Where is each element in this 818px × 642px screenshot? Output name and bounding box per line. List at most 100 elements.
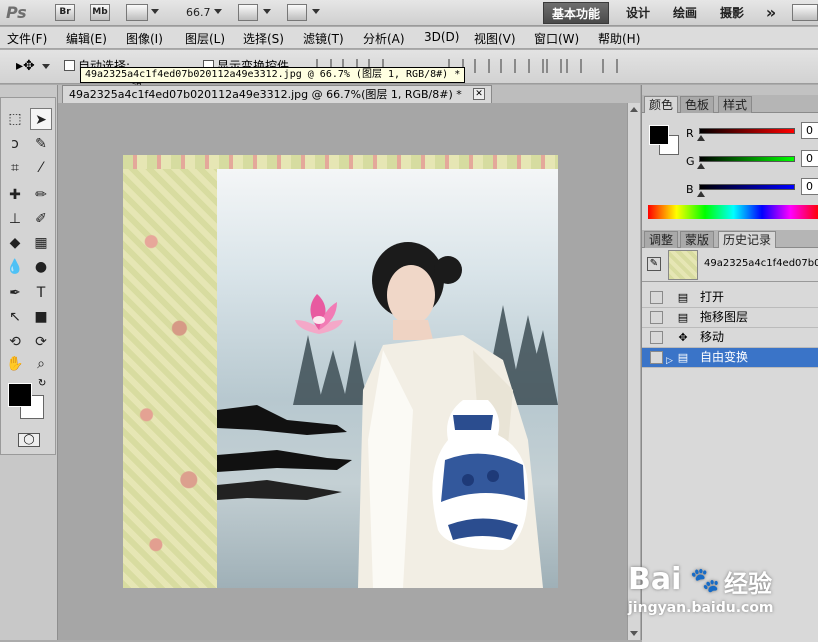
baidu-jingyan-label: 经验 [724,570,772,598]
pen-tool-icon[interactable]: ✒ [4,282,26,304]
distribute-center-icon[interactable] [474,59,490,73]
zoom-level[interactable]: 66.7 [186,6,211,19]
chevron-down-icon[interactable] [42,64,50,69]
history-source-checkbox[interactable] [650,351,663,364]
healing-brush-icon[interactable]: ✚ [4,184,26,206]
menu-image[interactable]: 图像(I) [126,30,163,47]
green-value-field[interactable]: 0 [801,150,818,167]
blur-tool-icon[interactable]: 💧 [4,256,26,278]
move-tool-icon[interactable]: ➤ [30,108,52,130]
history-step[interactable]: ✥ 移动 [642,328,818,348]
red-slider-caret[interactable] [697,135,705,141]
blue-label: B [686,183,694,196]
snapshot-thumbnail [668,250,698,280]
view-extras-button[interactable] [126,4,148,21]
blue-slider-caret[interactable] [697,191,705,197]
distribute-bottom-icon[interactable] [500,59,516,73]
path-selection-icon[interactable]: ↖ [4,306,26,328]
dodge-tool-icon[interactable]: ● [30,256,52,278]
history-step-label: 自由变换 [700,350,749,364]
color-panel: R 0 G 0 B 0 [642,113,818,238]
eyedropper-tool-icon[interactable]: ⁄ [30,157,52,179]
crop-tool-icon[interactable]: ⌗ [4,157,26,179]
red-slider[interactable] [699,128,795,134]
history-source-checkbox[interactable] [650,331,663,344]
marquee-tool-icon[interactable]: ⬚ [4,108,26,130]
clone-stamp-icon[interactable]: ⊥ [4,208,26,230]
blue-value-field[interactable]: 0 [801,178,818,195]
auto-align-icon[interactable] [602,59,618,73]
history-source-checkbox[interactable] [650,311,663,324]
distribute-hcenter-icon[interactable] [546,59,562,73]
zoom-tool-icon[interactable]: ⌕ [30,353,52,375]
gradient-tool-icon[interactable]: ▦ [30,232,52,254]
auto-select-checkbox[interactable] [64,60,75,71]
more-workspaces-button[interactable]: » [760,2,782,24]
menu-analysis[interactable]: 分析(A) [363,30,405,47]
menu-view[interactable]: 视图(V) [474,30,516,47]
history-step-selected[interactable]: ▷ ▤ 自由变换 [642,348,818,368]
brush-tool-icon[interactable]: ✏ [30,184,52,206]
scroll-down-icon[interactable] [630,631,638,636]
tab-styles[interactable]: 样式 [718,96,753,113]
tab-history[interactable]: 历史记录 [718,231,777,248]
color-panel-foreground[interactable] [649,125,669,145]
chevron-down-icon[interactable] [312,9,320,14]
chevron-down-icon[interactable] [263,9,271,14]
history-source-checkbox[interactable] [650,291,663,304]
bridge-button[interactable]: Br [55,4,75,21]
foreground-color-swatch[interactable] [8,383,32,407]
history-snapshot[interactable]: ✎ 49a2325a4c1f4ed07b0... [642,248,818,282]
document-image[interactable] [123,155,558,588]
swap-colors-icon[interactable]: ↻ [38,378,46,389]
menu-layer[interactable]: 图层(L) [185,30,225,47]
tab-masks[interactable]: 蒙版 [680,231,715,248]
snapshot-brush-icon[interactable]: ✎ [647,257,661,271]
history-brush-icon[interactable]: ✐ [30,208,52,230]
red-label: R [686,127,694,140]
menu-3d[interactable]: 3D(D) [424,30,459,44]
eraser-tool-icon[interactable]: ◆ [4,232,26,254]
vertical-scrollbar[interactable] [627,103,640,640]
menu-filter[interactable]: 滤镜(T) [303,30,344,47]
mini-bridge-button[interactable]: Mb [90,4,110,21]
workspace-design[interactable]: 设计 [620,2,656,24]
blue-slider[interactable] [699,184,795,190]
menu-window[interactable]: 窗口(W) [534,30,579,47]
screen-mode-button[interactable] [287,4,307,21]
chevron-down-icon[interactable] [151,9,159,14]
workspace-painting[interactable]: 绘画 [667,2,703,24]
shape-tool-icon[interactable]: ■ [30,306,52,328]
workspace-essentials[interactable]: 基本功能 [543,2,609,24]
menu-file[interactable]: 文件(F) [7,30,47,47]
minimize-button[interactable] [792,4,818,21]
type-tool-icon[interactable]: T [30,282,52,304]
tab-color[interactable]: 颜色 [644,96,679,113]
close-tab-icon[interactable]: ✕ [473,88,485,100]
3d-orbit-icon[interactable]: ⟳ [30,331,52,353]
quick-select-tool-icon[interactable]: ✎ [30,133,52,155]
move-tool-preset-icon[interactable]: ▸✥ [16,58,35,74]
document-tab[interactable]: 49a2325a4c1f4ed07b020112a49e3312.jpg @ 6… [62,85,492,103]
scroll-up-icon[interactable] [630,107,638,112]
menu-edit[interactable]: 编辑(E) [66,30,107,47]
workspace-photography[interactable]: 摄影 [714,2,750,24]
menu-help[interactable]: 帮助(H) [598,30,640,47]
green-slider-caret[interactable] [697,163,705,169]
distribute-left-icon[interactable] [528,59,544,73]
green-slider[interactable] [699,156,795,162]
history-step[interactable]: ▤ 拖移图层 [642,308,818,328]
distribute-right-icon[interactable] [566,59,582,73]
arrange-documents-button[interactable] [238,4,258,21]
quick-mask-icon[interactable]: ◯ [18,433,40,447]
color-spectrum-bar[interactable] [648,205,818,219]
chevron-down-icon[interactable] [214,9,222,14]
red-value-field[interactable]: 0 [801,122,818,139]
lasso-tool-icon[interactable]: ↄ [4,133,26,155]
hand-tool-icon[interactable]: ✋ [4,353,26,375]
menu-select[interactable]: 选择(S) [243,30,284,47]
history-step[interactable]: ▤ 打开 [642,288,818,308]
tab-swatches[interactable]: 色板 [680,96,715,113]
3d-rotate-icon[interactable]: ⟲ [4,331,26,353]
tab-adjustments[interactable]: 调整 [644,231,679,248]
